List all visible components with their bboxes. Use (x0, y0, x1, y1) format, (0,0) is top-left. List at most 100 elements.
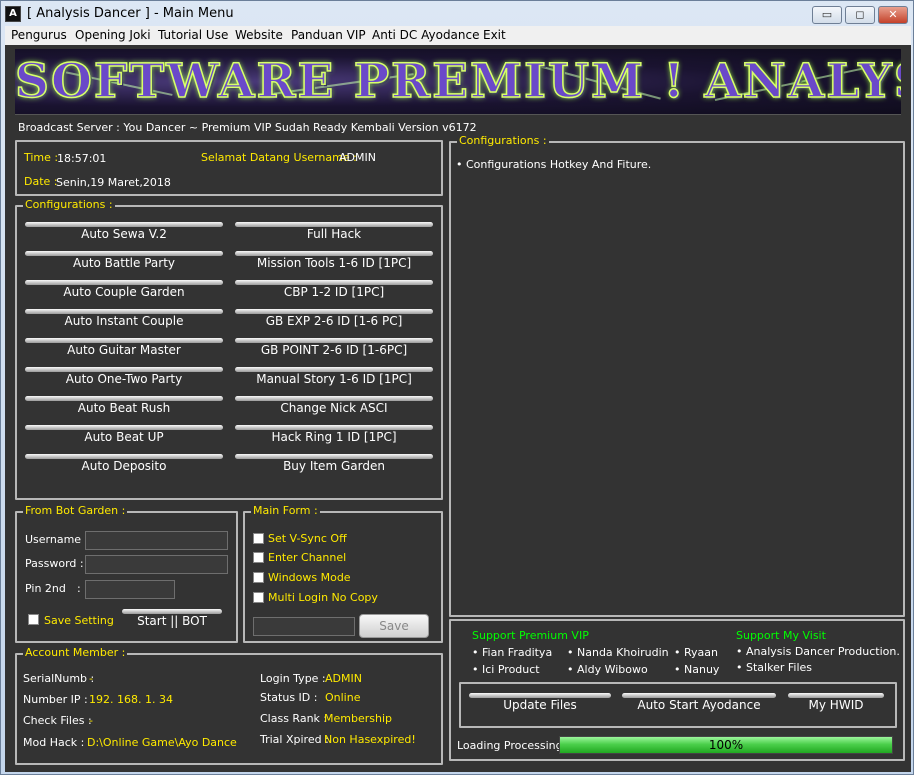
windows-mode-label: Windows Mode (268, 571, 351, 584)
config-button-left-9[interactable]: Auto Deposito (25, 454, 223, 473)
visit-item-2: • Stalker Files (736, 661, 812, 674)
time-label: Time : (24, 151, 59, 164)
main-form-group: Main Form : Set V-Sync Off Enter Channel… (243, 504, 443, 643)
menu-tutorial-use[interactable]: Tutorial Use (158, 28, 228, 42)
visit-item-1: • Analysis Dancer Production. (736, 645, 900, 658)
vsync-checkbox[interactable] (253, 533, 264, 544)
welcome-label: Selamat Datang Username : (201, 151, 357, 164)
configurations-title: Configurations : (23, 198, 115, 211)
menu-exit[interactable]: Exit (483, 28, 506, 42)
close-button[interactable]: ✕ (878, 6, 908, 24)
class-rank-label: Class Rank : (260, 712, 328, 725)
support-panel: Support Premium VIP • Fian Fraditya • Ic… (449, 619, 905, 761)
config-button-right-1[interactable]: Full Hack (235, 222, 433, 241)
supporter-6: • Nanuy (674, 663, 720, 676)
config-button-left-2[interactable]: Auto Battle Party (25, 251, 223, 270)
check-files-label: Check Files : (23, 714, 92, 727)
trial-xpired-value: Non Hasexpired! (324, 733, 416, 746)
mod-hack-value: D:\Online Game\Ayo Dance (87, 736, 237, 749)
menu-opening-joki[interactable]: Opening Joki (75, 28, 151, 42)
main-form-save-button[interactable]: Save (359, 614, 429, 638)
actions-box: Update Files Auto Start Ayodance My HWID (459, 682, 897, 728)
serial-label: SerialNumb : (23, 672, 95, 685)
pin-input[interactable] (85, 580, 175, 599)
supporter-2: • Ici Product (472, 663, 540, 676)
progress-text: 100% (708, 738, 744, 752)
enter-channel-checkbox[interactable] (253, 552, 264, 563)
support-premium-title: Support Premium VIP (472, 629, 589, 642)
time-value: 18:57:01 (57, 152, 107, 165)
ip-value: 192. 168. 1. 34 (89, 693, 173, 706)
config-button-right-5[interactable]: GB POINT 2-6 ID [1-6PC] (235, 338, 433, 357)
supporter-5: • Ryaan (674, 646, 719, 659)
config-button-right-4[interactable]: GB EXP 2-6 ID [1-6 PC] (235, 309, 433, 328)
config-button-left-3[interactable]: Auto Couple Garden (25, 280, 223, 299)
save-setting-checkbox[interactable] (28, 614, 39, 625)
account-member-group: Account Member : SerialNumb : - Number I… (15, 646, 443, 765)
menu-panduan-vip[interactable]: Panduan VIP (291, 28, 366, 42)
pin-label: Pin 2nd (25, 582, 66, 595)
loading-label: Loading Processing : (457, 739, 570, 752)
date-label: Date : (24, 175, 58, 188)
config-button-right-3[interactable]: CBP 1-2 ID [1PC] (235, 280, 433, 299)
broadcast-text: Broadcast Server : You Dancer ~ Premium … (18, 121, 477, 134)
multi-login-label: Multi Login No Copy (268, 591, 378, 604)
config-button-right-9[interactable]: Buy Item Garden (235, 454, 433, 473)
main-window: A [ Analysis Dancer ] - Main Menu ▭ ◻ ✕ … (0, 0, 914, 775)
banner-title: SOFTWARE PREMIUM ! ANALYSIS DANCER (15, 53, 901, 110)
username-input[interactable] (85, 531, 228, 550)
config-button-left-4[interactable]: Auto Instant Couple (25, 309, 223, 328)
welcome-value: ADMIN (339, 151, 376, 164)
mod-hack-label: Mod Hack : (23, 736, 85, 749)
info-panel: Time : 18:57:01 Selamat Datang Username … (15, 140, 443, 196)
password-label: Password : (25, 557, 84, 570)
main-form-input[interactable] (253, 617, 355, 636)
status-id-value: Online (325, 691, 361, 704)
enter-channel-label: Enter Channel (268, 551, 347, 564)
config-button-left-6[interactable]: Auto One-Two Party (25, 367, 223, 386)
config-button-right-7[interactable]: Change Nick ASCI (235, 396, 433, 415)
trial-xpired-label: Trial Xpired : (260, 733, 329, 746)
right-configurations-group: Configurations : • Configurations Hotkey… (449, 134, 905, 617)
save-setting-label: Save Setting (44, 614, 114, 627)
config-button-left-5[interactable]: Auto Guitar Master (25, 338, 223, 357)
support-visit-title: Support My Visit (736, 629, 826, 642)
maximize-button[interactable]: ◻ (845, 6, 875, 24)
config-button-left-7[interactable]: Auto Beat Rush (25, 396, 223, 415)
username-label: Username : (25, 533, 89, 546)
right-configurations-item: • Configurations Hotkey And Fiture. (456, 158, 652, 171)
right-configurations-title: Configurations : (457, 134, 549, 147)
multi-login-checkbox[interactable] (253, 592, 264, 603)
loading-progress-bar: 100% (559, 736, 893, 754)
my-hwid-button[interactable]: My HWID (788, 693, 884, 712)
login-type-value: ADMIN (325, 672, 362, 685)
header-banner: SOFTWARE PREMIUM ! ANALYSIS DANCER (15, 49, 901, 115)
account-member-title: Account Member : (23, 646, 128, 659)
app-icon: A (5, 6, 21, 22)
config-button-left-8[interactable]: Auto Beat UP (25, 425, 223, 444)
auto-start-ayodance-button[interactable]: Auto Start Ayodance (622, 693, 776, 712)
bot-garden-group: From Bot Garden : Username : Password : … (15, 504, 238, 643)
config-button-right-6[interactable]: Manual Story 1-6 ID [1PC] (235, 367, 433, 386)
menu-website[interactable]: Website (235, 28, 283, 42)
serial-value: - (89, 672, 93, 685)
vsync-label: Set V-Sync Off (268, 532, 347, 545)
windows-mode-checkbox[interactable] (253, 572, 264, 583)
minimize-button[interactable]: ▭ (812, 6, 842, 24)
check-files-value: - (89, 714, 93, 727)
config-button-left-1[interactable]: Auto Sewa V.2 (25, 222, 223, 241)
menu-pengurus[interactable]: Pengurus (11, 28, 67, 42)
config-button-right-8[interactable]: Hack Ring 1 ID [1PC] (235, 425, 433, 444)
window-title: [ Analysis Dancer ] - Main Menu (27, 6, 234, 21)
update-files-button[interactable]: Update Files (469, 693, 611, 712)
start-bot-button[interactable]: Start || BOT (122, 609, 222, 628)
title-bar[interactable]: A [ Analysis Dancer ] - Main Menu ▭ ◻ ✕ (1, 1, 913, 27)
supporter-4: • Aldy Wibowo (567, 663, 648, 676)
config-button-right-2[interactable]: Mission Tools 1-6 ID [1PC] (235, 251, 433, 270)
password-input[interactable] (85, 555, 228, 574)
menu-bar: Pengurus Opening Joki Tutorial Use Websi… (5, 26, 911, 45)
menu-anti-dc-ayodance[interactable]: Anti DC Ayodance (372, 28, 480, 42)
date-value: Senin,19 Maret,2018 (56, 176, 171, 189)
ip-label: Number IP : (23, 693, 88, 706)
configurations-group: Configurations : Auto Sewa V.2 Auto Battl… (15, 198, 443, 500)
